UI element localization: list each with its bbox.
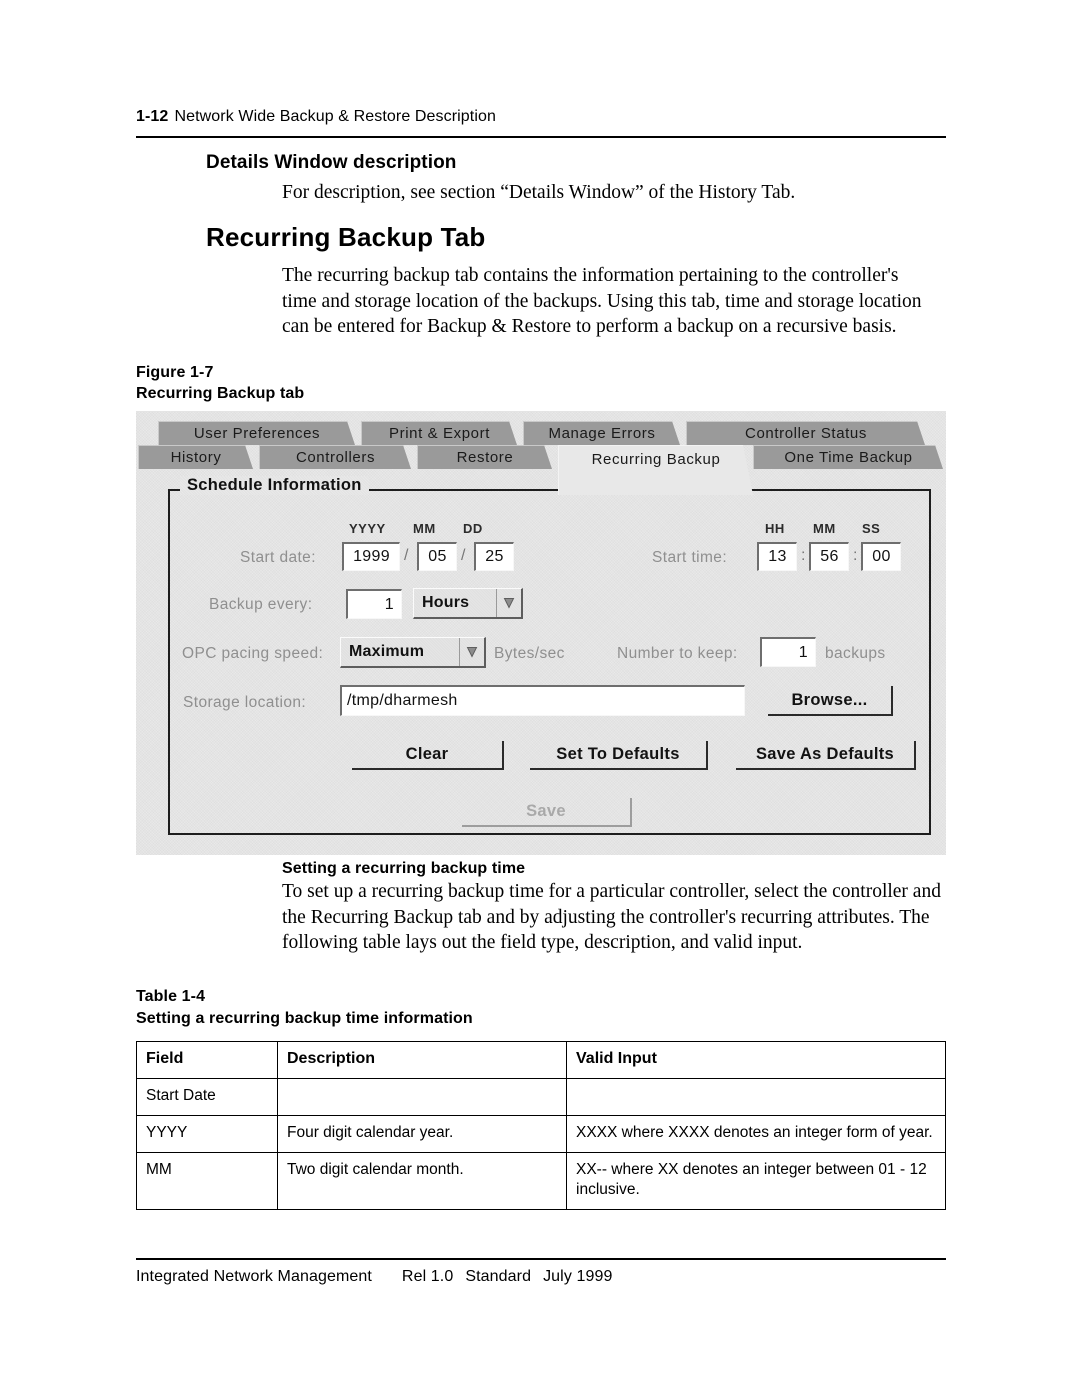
tab-label: User Preferences [193,425,321,442]
table-number: Table 1-4 [136,988,206,1005]
recurring-backup-field-table: Field Description Valid Input Start Date… [136,1041,946,1210]
tab-label: One Time Backup [784,449,913,466]
cell-description: Four digit calendar year. [277,1115,567,1153]
page-footer: Integrated Network Management Rel 1.0 Stan… [136,1268,612,1286]
number-to-keep-label: Number to keep: [617,645,738,662]
tab-recurring-backup[interactable]: Recurring Backup [558,445,753,495]
tab-controller-status[interactable]: Controller Status [686,421,925,445]
start-date-separator-1: / [404,547,409,564]
opc-pacing-speed-unit: Bytes/sec [494,645,565,662]
set-to-defaults-button[interactable]: Set To Defaults [530,741,708,770]
running-title: Network Wide Backup & Restore Descriptio… [174,108,496,125]
table-header-row: Field Description Valid Input [136,1041,946,1079]
chevron-down-icon [496,589,521,617]
storage-location-label: Storage location: [183,694,307,711]
backup-every-value-input[interactable]: 1 [346,589,402,619]
schedule-information-title: Schedule Information [180,476,369,495]
tab-manage-errors[interactable]: Manage Errors [523,421,680,445]
figure-number: Figure 1-7 [136,364,214,381]
cell-description: Two digit calendar month. [277,1152,567,1210]
cell-field: YYYY [136,1115,278,1153]
tab-label: Manage Errors [548,425,656,442]
figure-recurring-backup-tab: User Preferences Print & Export Manage E… [136,411,946,855]
start-time-minute-input[interactable]: 56 [809,542,849,571]
start-time-hour-input[interactable]: 13 [757,542,797,571]
setting-recurring-backup-heading: Setting a recurring backup time [282,860,526,877]
column-header-valid-input: Valid Input [566,1041,946,1079]
footer-release: Rel 1.0 [401,1268,454,1285]
recurring-backup-body: The recurring backup tab contains the in… [282,265,922,337]
recurring-backup-heading: Recurring Backup Tab [206,222,486,252]
start-date-year-input[interactable]: 1999 [342,542,400,571]
browse-button[interactable]: Browse... [768,686,893,716]
tab-user-preferences[interactable]: User Preferences [158,421,355,445]
start-time-separator-1: : [801,547,806,564]
column-header-field: Field [136,1041,278,1079]
cell-field: Start Date [136,1078,278,1116]
tab-bar: User Preferences Print & Export Manage E… [136,411,946,467]
start-date-separator-2: / [461,547,466,564]
table-row: Start Date [136,1078,946,1116]
start-date-dd-column-label: DD [463,521,483,536]
footer-product: Integrated Network Management [136,1268,372,1285]
tab-restore[interactable]: Restore [417,445,552,469]
running-head: 1-12 Network Wide Backup & Restore Descri… [136,108,946,126]
chevron-down-icon [459,638,484,666]
opc-pacing-speed-value: Maximum [349,643,425,660]
table-row: YYYY Four digit calendar year. XXXX wher… [136,1115,946,1153]
header-rule [136,136,946,138]
start-time-separator-2: : [853,547,858,564]
start-time-label: Start time: [652,549,728,566]
backup-every-unit-value: Hours [422,594,470,611]
save-button[interactable]: Save [462,798,632,827]
tab-label: Controllers [295,449,376,466]
start-date-label: Start date: [240,549,316,566]
number-to-keep-unit: backups [825,645,886,662]
cell-description [277,1078,567,1116]
tab-one-time-backup[interactable]: One Time Backup [753,445,943,469]
backup-every-label: Backup every: [209,596,313,613]
tab-history[interactable]: History [138,445,253,469]
cell-valid-input [566,1078,946,1116]
table-title: Setting a recurring backup time informat… [136,1010,473,1027]
opc-pacing-speed-dropdown[interactable]: Maximum [340,637,486,668]
start-time-second-input[interactable]: 00 [861,542,901,571]
tab-print-and-export[interactable]: Print & Export [361,421,517,445]
start-date-yyyy-column-label: YYYY [349,521,386,536]
footer-standard: Standard [465,1268,532,1285]
start-time-mm-column-label: MM [813,521,836,536]
setting-recurring-backup-body: To set up a recurring backup time for a … [282,881,941,953]
start-date-day-input[interactable]: 25 [474,542,514,571]
footer-date: July 1999 [543,1268,613,1285]
page-folio: 1-12 [136,108,169,125]
tab-label: Print & Export [389,425,490,442]
storage-location-input[interactable]: /tmp/dharmesh [340,685,745,716]
tab-label: History [170,449,222,466]
tab-label: Controller Status [745,425,867,442]
opc-pacing-speed-label: OPC pacing speed: [182,645,324,662]
details-window-heading: Details Window description [206,152,457,173]
table-row: MM Two digit calendar month. XX-- where … [136,1152,946,1210]
start-date-month-input[interactable]: 05 [417,542,457,571]
cell-valid-input: XX-- where XX denotes an integer between… [566,1152,946,1210]
tab-controllers[interactable]: Controllers [259,445,411,469]
start-time-hh-column-label: HH [765,521,785,536]
footer-rule [136,1258,946,1260]
details-window-body: For description, see section “Details Wi… [282,182,796,203]
column-header-description: Description [277,1041,567,1079]
clear-button[interactable]: Clear [352,741,504,770]
cell-field: MM [136,1152,278,1210]
cell-valid-input: XXXX where XXXX denotes an integer form … [566,1115,946,1153]
figure-title: Recurring Backup tab [136,385,305,402]
tab-label: Recurring Backup [591,451,721,468]
start-date-mm-column-label: MM [413,521,436,536]
backup-every-unit-dropdown[interactable]: Hours [413,588,523,619]
number-to-keep-input[interactable]: 1 [760,637,816,667]
save-as-defaults-button[interactable]: Save As Defaults [736,741,916,770]
tab-label: Restore [456,449,514,466]
start-time-ss-column-label: SS [862,521,881,536]
